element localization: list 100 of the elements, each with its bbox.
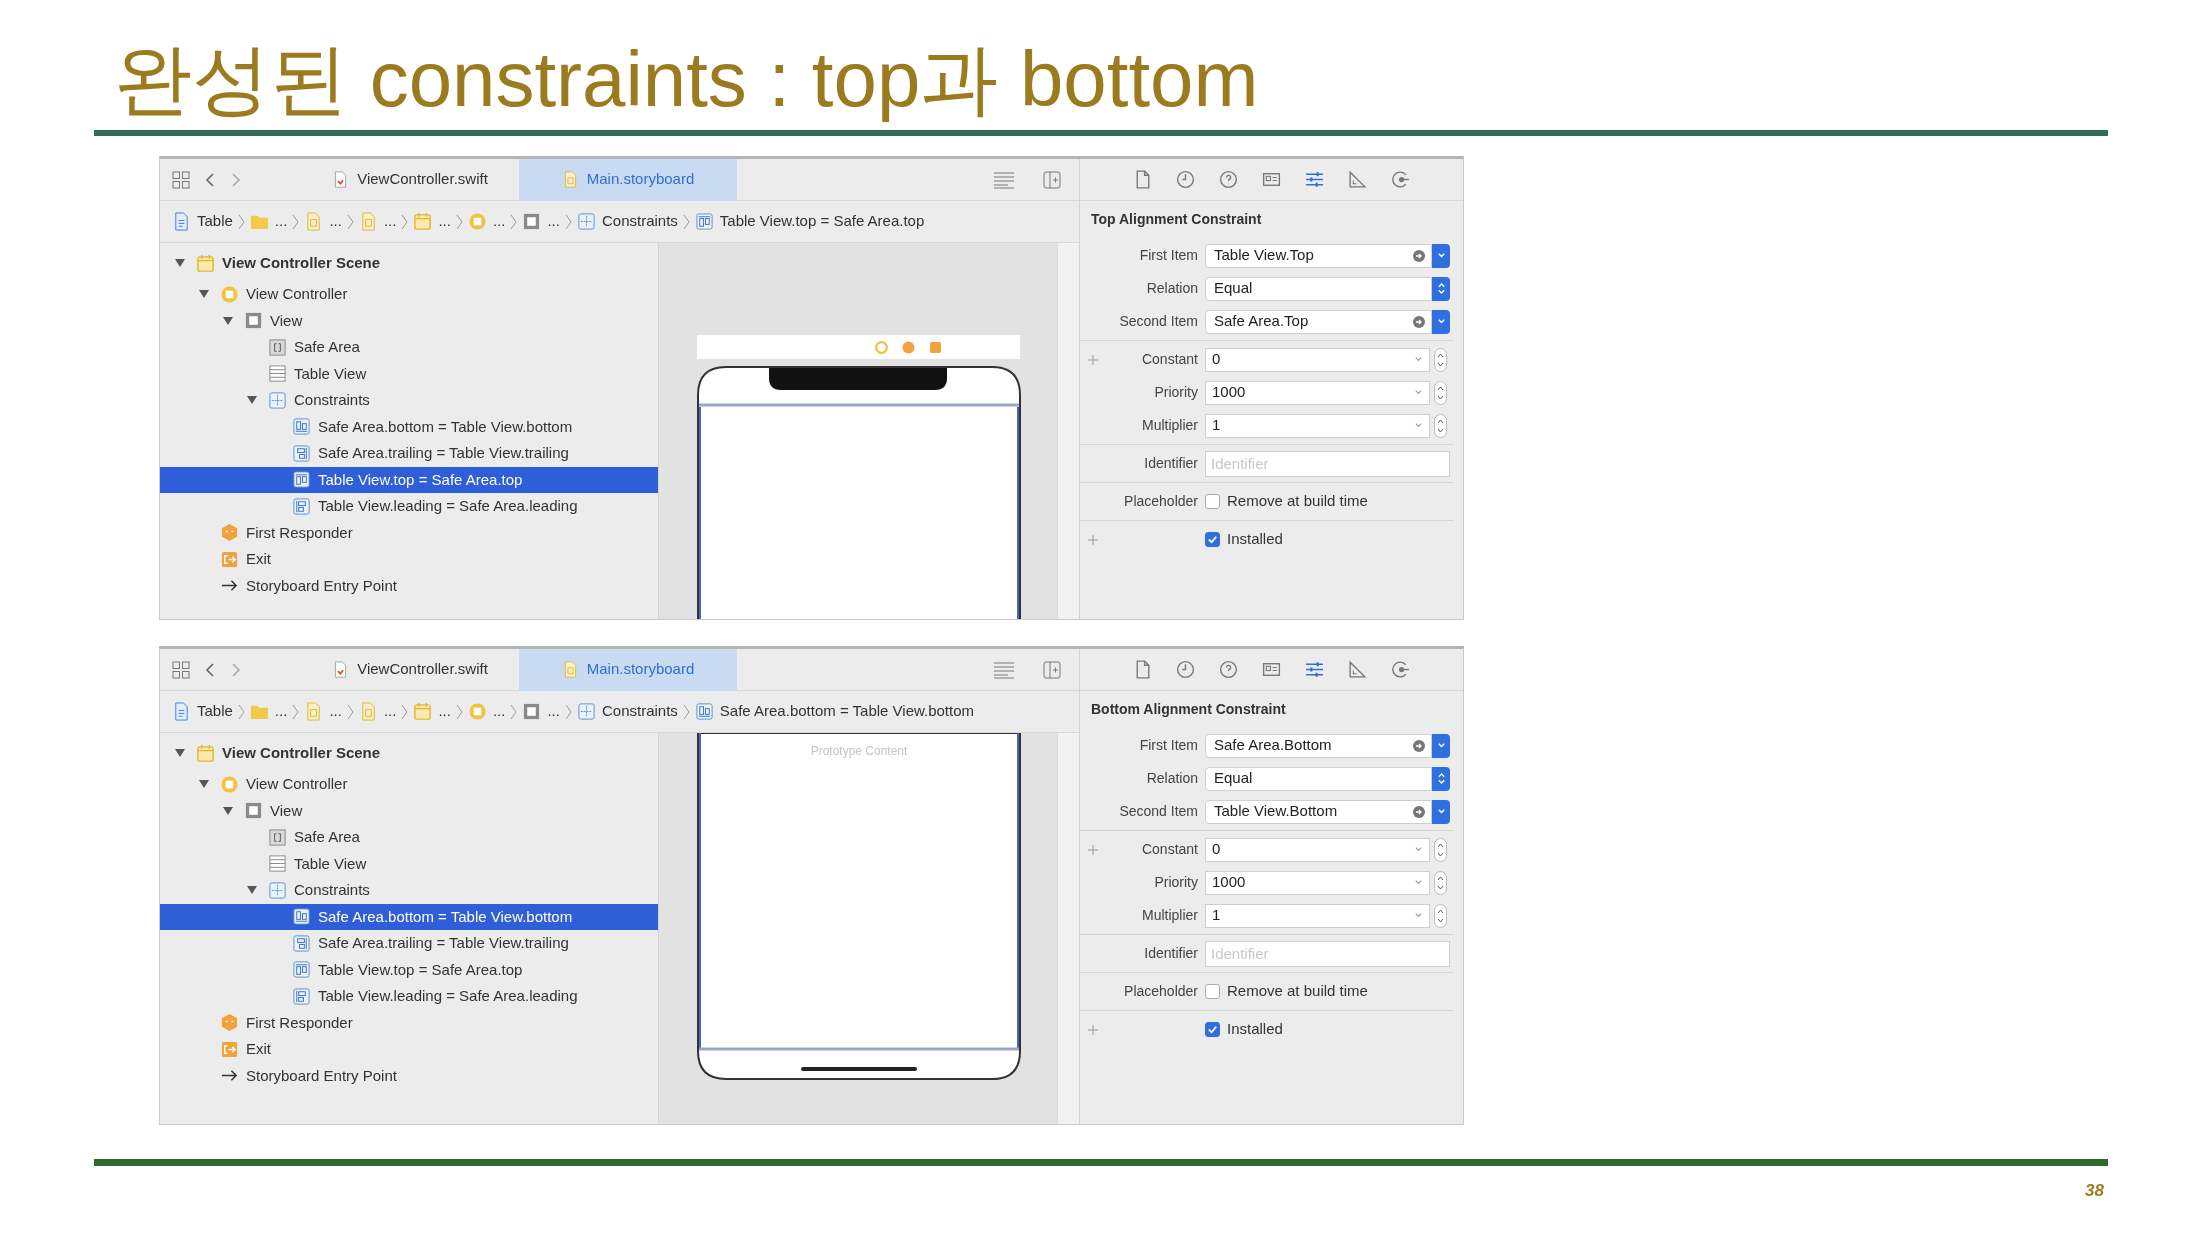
tree-item[interactable]: Table View (160, 360, 658, 387)
clock-icon[interactable] (1175, 169, 1196, 190)
combo-box[interactable]: 0 (1205, 347, 1430, 372)
tree-item[interactable]: Safe Area (160, 824, 658, 851)
tree-item[interactable]: Exit (160, 546, 658, 573)
ruler-icon[interactable] (1347, 659, 1368, 680)
tree-item[interactable]: View Controller Scene (160, 735, 658, 771)
grid-icon[interactable] (172, 660, 190, 679)
field-label: Multiplier (1142, 906, 1198, 925)
tree-item[interactable]: Table View.top = Safe Area.top (160, 466, 658, 493)
tree-item[interactable]: Safe Area.trailing = Table View.trailing (160, 930, 658, 957)
sliders-icon[interactable] (1304, 169, 1325, 190)
checkbox[interactable] (1205, 494, 1220, 509)
back-icon[interactable] (204, 661, 216, 678)
tree-item[interactable]: First Responder (160, 519, 658, 546)
ruler-icon[interactable] (1347, 169, 1368, 190)
breadcrumb-item[interactable]: ... (304, 210, 342, 233)
arrow-circle-icon[interactable] (1413, 315, 1425, 328)
checkbox[interactable] (1205, 532, 1220, 547)
breadcrumb-item[interactable]: Constraints (576, 700, 678, 723)
tree-item[interactable]: Constraints (160, 877, 658, 904)
breadcrumb-item[interactable]: Table (172, 700, 233, 723)
view-icon (522, 702, 542, 721)
stepper[interactable] (1434, 413, 1447, 438)
breadcrumb-item[interactable]: Table View.top = Safe Area.top (694, 210, 925, 233)
tree-item[interactable]: Safe Area (160, 334, 658, 361)
inspector-title: Top Alignment Constraint (1091, 209, 1262, 229)
checkbox[interactable] (1205, 984, 1220, 999)
breadcrumb-item[interactable]: ... (413, 210, 451, 233)
help-icon[interactable] (1218, 169, 1239, 190)
tree-item[interactable]: Table View (160, 850, 658, 877)
breadcrumb-item[interactable]: ... (467, 210, 506, 233)
panel-icon[interactable] (1043, 660, 1061, 679)
arrow-circle-icon[interactable] (1413, 739, 1425, 752)
file-tab[interactable]: Main.storyboard (519, 648, 737, 691)
arrow-circle-icon[interactable] (1413, 805, 1425, 818)
forward-icon[interactable] (230, 661, 242, 678)
breadcrumb-item[interactable]: ... (522, 210, 560, 233)
breadcrumb-item[interactable]: ... (358, 210, 397, 233)
breadcrumb-separator-icon (510, 703, 518, 720)
breadcrumb-separator-icon (564, 703, 572, 720)
breadcrumb-item[interactable]: ... (304, 700, 342, 723)
breadcrumb-item[interactable]: Table (172, 210, 233, 233)
clock-icon[interactable] (1175, 659, 1196, 680)
disclosure-triangle-icon[interactable] (222, 314, 234, 327)
tree-item[interactable]: View Controller (160, 281, 658, 308)
forward-icon[interactable] (230, 171, 242, 188)
breadcrumb-item[interactable]: ... (249, 700, 288, 723)
combo-box[interactable]: 1000 (1205, 870, 1430, 895)
breadcrumb-item[interactable]: Safe Area.bottom = Table View.bottom (694, 700, 975, 723)
tree-item[interactable]: Storyboard Entry Point (160, 572, 658, 599)
panel-icon[interactable] (1043, 170, 1061, 189)
breadcrumb-item[interactable]: ... (413, 700, 451, 723)
grid-icon[interactable] (172, 170, 190, 189)
tree-item[interactable]: Safe Area.bottom = Table View.bottom (160, 903, 658, 930)
tree-item[interactable]: Table View.leading = Safe Area.leading (160, 493, 658, 520)
back-icon[interactable] (204, 171, 216, 188)
tree-item[interactable]: Safe Area.trailing = Table View.trailing (160, 440, 658, 467)
tree-item[interactable]: View Controller (160, 771, 658, 798)
checkbox-label: Installed (1227, 529, 1283, 550)
combo-box[interactable]: 1 (1205, 903, 1430, 928)
tree-item[interactable]: View (160, 307, 658, 334)
combo-box[interactable]: 0 (1205, 837, 1430, 862)
stepper[interactable] (1434, 347, 1447, 372)
breadcrumb-item[interactable]: ... (358, 700, 397, 723)
breadcrumb-item[interactable]: ... (522, 700, 560, 723)
breadcrumb-separator-icon (292, 703, 300, 720)
stepper[interactable] (1434, 903, 1447, 928)
connections-icon[interactable] (1390, 169, 1411, 190)
breadcrumb-item[interactable]: ... (249, 210, 288, 233)
tree-item[interactable]: First Responder (160, 1009, 658, 1036)
disclosure-triangle-icon[interactable] (222, 804, 234, 817)
tree-item[interactable]: View (160, 797, 658, 824)
tree-item[interactable]: Constraints (160, 387, 658, 414)
stepper[interactable] (1434, 870, 1447, 895)
breadcrumb-item[interactable]: Constraints (576, 210, 678, 233)
document-icon (172, 212, 191, 231)
tree-item[interactable]: Table View.leading = Safe Area.leading (160, 983, 658, 1010)
tree-item[interactable]: Storyboard Entry Point (160, 1062, 658, 1089)
tree-item[interactable]: Table View.top = Safe Area.top (160, 956, 658, 983)
file-tab[interactable]: Main.storyboard (519, 158, 737, 201)
disclosure-triangle-icon[interactable] (174, 747, 186, 759)
help-icon[interactable] (1218, 659, 1239, 680)
file-tab[interactable]: ViewController.swift (301, 648, 519, 691)
breadcrumb-item[interactable]: ... (467, 700, 506, 723)
stepper[interactable] (1434, 380, 1447, 405)
arrow-circle-icon[interactable] (1413, 249, 1425, 262)
combo-box[interactable]: 1 (1205, 413, 1430, 438)
file-tab[interactable]: ViewController.swift (301, 158, 519, 201)
sliders-icon[interactable] (1304, 659, 1325, 680)
checkbox[interactable] (1205, 1022, 1220, 1037)
connections-icon[interactable] (1390, 659, 1411, 680)
disclosure-triangle-icon[interactable] (174, 257, 186, 269)
combo-box[interactable]: 1000 (1205, 380, 1430, 405)
stepper[interactable] (1434, 837, 1447, 862)
tree-item[interactable]: View Controller Scene (160, 245, 658, 281)
tree-item[interactable]: Safe Area.bottom = Table View.bottom (160, 413, 658, 440)
scene-icon (413, 702, 433, 721)
tree-item[interactable]: Exit (160, 1036, 658, 1063)
breadcrumb-separator-icon (682, 213, 690, 230)
